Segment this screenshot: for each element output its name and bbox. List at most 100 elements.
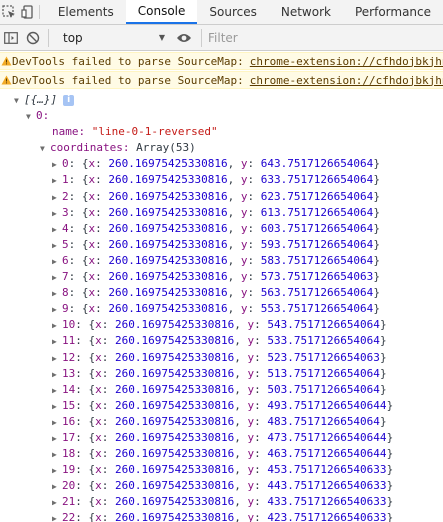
- warning-link[interactable]: chrome-extension://cfhdojbkjhnklbpkdaibd…: [250, 55, 443, 68]
- x-value: 260.16975425330816: [108, 189, 228, 203]
- coordinate-entry-row[interactable]: ▶ 19: {x: 260.16975425330816, y: 453.7517…: [0, 462, 443, 478]
- coordinate-entry-row[interactable]: ▶ 6: {x: 260.16975425330816, y: 583.75171…: [0, 253, 443, 269]
- collapsed-triangle-icon[interactable]: ▶: [52, 367, 62, 383]
- tab-sources[interactable]: Sources: [197, 0, 268, 24]
- collapsed-triangle-icon[interactable]: ▶: [52, 318, 62, 334]
- coordinate-entry-row[interactable]: ▶ 12: {x: 260.16975425330816, y: 523.7517…: [0, 350, 443, 366]
- coordinate-entry-row[interactable]: ▶ 14: {x: 260.16975425330816, y: 503.7517…: [0, 382, 443, 398]
- coordinate-entry-row[interactable]: ▶ 9: {x: 260.16975425330816, y: 553.75171…: [0, 301, 443, 317]
- coordinate-entry-row[interactable]: ▶ 8: {x: 260.16975425330816, y: 563.75171…: [0, 285, 443, 301]
- tree-item-row[interactable]: ▼ 0:: [0, 108, 443, 124]
- info-icon[interactable]: i: [63, 94, 75, 106]
- expand-triangle-icon[interactable]: ▼: [14, 93, 24, 109]
- collapsed-triangle-icon[interactable]: ▶: [52, 334, 62, 350]
- warning-text: DevTools failed to parse SourceMap:: [12, 54, 244, 68]
- expand-triangle-icon[interactable]: ▼: [26, 109, 36, 125]
- tree-root-row[interactable]: ▼ [{…}] i: [0, 92, 443, 108]
- coordinate-entry-row[interactable]: ▶ 22: {x: 260.16975425330816, y: 423.7517…: [0, 510, 443, 522]
- separator: :: [95, 221, 109, 235]
- expand-triangle-icon[interactable]: ▼: [40, 141, 50, 157]
- collapsed-triangle-icon[interactable]: ▶: [52, 447, 62, 463]
- collapsed-triangle-icon[interactable]: ▶: [52, 351, 62, 367]
- entry-index: 18: [62, 447, 76, 461]
- separator: :: [254, 366, 268, 380]
- coordinates-property-row[interactable]: ▼ coordinates: Array(53): [0, 140, 443, 156]
- separator: :: [247, 253, 261, 267]
- collapsed-triangle-icon[interactable]: ▶: [52, 463, 62, 479]
- entry-close-brace: }: [373, 302, 380, 316]
- inspect-element-icon[interactable]: [0, 0, 19, 24]
- tab-performance[interactable]: Performance: [343, 0, 443, 24]
- warning-icon: [1, 75, 12, 85]
- coordinate-entry-row[interactable]: ▶ 2: {x: 260.16975425330816, y: 623.75171…: [0, 189, 443, 205]
- entry-open-brace: : {: [68, 221, 89, 235]
- coordinate-entry-row[interactable]: ▶ 0: {x: 260.16975425330816, y: 643.75171…: [0, 156, 443, 172]
- warning-link[interactable]: chrome-extension://cfhdojbkjhnklbpkdaibd…: [250, 74, 443, 87]
- device-toolbar-icon[interactable]: [19, 0, 38, 24]
- entry-index: 12: [62, 350, 76, 364]
- separator: ,: [227, 286, 241, 300]
- coordinate-entry-row[interactable]: ▶ 1: {x: 260.16975425330816, y: 633.75171…: [0, 172, 443, 188]
- show-sidebar-icon[interactable]: [0, 25, 22, 51]
- coordinate-entry-row[interactable]: ▶ 18: {x: 260.16975425330816, y: 463.7517…: [0, 446, 443, 462]
- collapsed-triangle-icon[interactable]: ▶: [52, 190, 62, 206]
- separator: :: [247, 173, 261, 187]
- collapsed-triangle-icon[interactable]: ▶: [52, 383, 62, 399]
- collapsed-triangle-icon[interactable]: ▶: [52, 206, 62, 222]
- tab-console[interactable]: Console: [125, 0, 198, 24]
- coordinate-entry-row[interactable]: ▶ 4: {x: 260.16975425330816, y: 603.75171…: [0, 221, 443, 237]
- entry-open-brace: : {: [75, 463, 96, 477]
- x-value: 260.16975425330816: [108, 286, 228, 300]
- entry-open-brace: : {: [68, 157, 89, 171]
- context-selector-value: top: [63, 30, 83, 45]
- collapsed-triangle-icon[interactable]: ▶: [52, 302, 62, 318]
- coordinate-entry-row[interactable]: ▶ 16: {x: 260.16975425330816, y: 483.7517…: [0, 414, 443, 430]
- live-expression-eye-icon[interactable]: [173, 25, 195, 51]
- collapsed-triangle-icon[interactable]: ▶: [52, 479, 62, 495]
- entry-index: 19: [62, 463, 76, 477]
- coordinate-entry-row[interactable]: ▶ 11: {x: 260.16975425330816, y: 533.7517…: [0, 333, 443, 349]
- x-key: x: [95, 495, 102, 509]
- y-value: 443.75171266540633: [267, 479, 387, 493]
- collapsed-triangle-icon[interactable]: ▶: [52, 222, 62, 238]
- coordinate-entry-row[interactable]: ▶ 7: {x: 260.16975425330816, y: 573.75171…: [0, 269, 443, 285]
- separator: :: [101, 350, 115, 364]
- entry-close-brace: }: [379, 414, 387, 428]
- separator: :: [95, 157, 109, 171]
- tab-network[interactable]: Network: [269, 0, 343, 24]
- collapsed-triangle-icon[interactable]: ▶: [52, 431, 62, 447]
- filter-input[interactable]: Filter: [201, 28, 443, 47]
- collapsed-triangle-icon[interactable]: ▶: [52, 511, 62, 522]
- collapsed-triangle-icon[interactable]: ▶: [52, 415, 62, 431]
- entry-open-brace: : {: [75, 334, 96, 348]
- collapsed-triangle-icon[interactable]: ▶: [52, 399, 62, 415]
- coordinate-entry-row[interactable]: ▶ 15: {x: 260.16975425330816, y: 493.7517…: [0, 398, 443, 414]
- entry-open-brace: : {: [75, 350, 96, 364]
- coordinate-entry-row[interactable]: ▶ 5: {x: 260.16975425330816, y: 593.75171…: [0, 237, 443, 253]
- coordinate-entry-row[interactable]: ▶ 10: {x: 260.16975425330816, y: 543.7517…: [0, 317, 443, 333]
- coordinate-entry-row[interactable]: ▶ 20: {x: 260.16975425330816, y: 443.7517…: [0, 478, 443, 494]
- entry-close-brace: }: [373, 173, 380, 187]
- collapsed-triangle-icon[interactable]: ▶: [52, 173, 62, 189]
- coordinate-entry-row[interactable]: ▶ 13: {x: 260.16975425330816, y: 513.7517…: [0, 366, 443, 382]
- tab-elements[interactable]: Elements: [46, 0, 126, 24]
- collapsed-triangle-icon[interactable]: ▶: [52, 238, 62, 254]
- coordinate-entry-row[interactable]: ▶ 17: {x: 260.16975425330816, y: 473.7517…: [0, 430, 443, 446]
- collapsed-triangle-icon[interactable]: ▶: [52, 254, 62, 270]
- x-value: 260.16975425330816: [115, 350, 235, 364]
- array-preview: [{…}]: [24, 93, 58, 106]
- warning-text: DevTools failed to parse SourceMap:: [12, 73, 244, 87]
- separator: ,: [234, 318, 248, 332]
- x-value: 260.16975425330816: [115, 430, 235, 444]
- x-value: 260.16975425330816: [115, 398, 235, 412]
- collapsed-triangle-icon[interactable]: ▶: [52, 495, 62, 511]
- clear-console-icon[interactable]: [22, 25, 44, 51]
- collapsed-triangle-icon[interactable]: ▶: [52, 286, 62, 302]
- collapsed-triangle-icon[interactable]: ▶: [52, 157, 62, 173]
- separator: :: [95, 173, 109, 187]
- coordinate-entry-row[interactable]: ▶ 21: {x: 260.16975425330816, y: 433.7517…: [0, 494, 443, 510]
- entry-close-brace: }: [373, 253, 380, 267]
- context-selector[interactable]: top ▼: [53, 31, 173, 45]
- coordinate-entry-row[interactable]: ▶ 3: {x: 260.16975425330816, y: 613.75171…: [0, 205, 443, 221]
- collapsed-triangle-icon[interactable]: ▶: [52, 270, 62, 286]
